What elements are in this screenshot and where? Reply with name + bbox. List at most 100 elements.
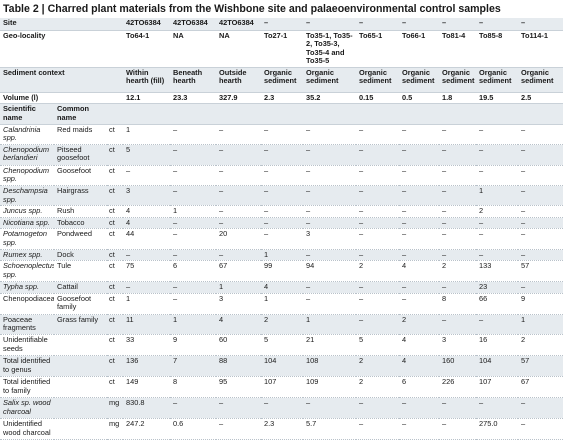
value-cell: – [439,185,476,207]
header-row: Sediment context Within hearth (fill) Bene… [0,67,563,93]
value-cell: – [261,217,303,230]
value-cell: – [356,217,399,230]
value-cell: – [476,217,518,230]
value-cell: – [261,228,303,250]
unit-cell [107,30,123,68]
value-cell: – [303,217,356,230]
table-row: Total identified to genus ct 136 7 88 104 108 2… [0,355,563,377]
table-caption: Table 2 | Charred plant materials from t… [0,0,563,18]
common-name-cell [54,376,107,398]
unit-cell: ct [107,281,123,294]
scientific-name-cell: Unidentifiable seeds [0,334,54,356]
value-cell: – [518,205,563,218]
value-cell: – [216,249,261,262]
unit-cell: ct [107,293,123,315]
value-cell: – [216,397,261,419]
header-cell: 12.1 [123,92,170,105]
value-cell: – [439,281,476,294]
value-cell: – [476,124,518,145]
unit-cell: ct [107,185,123,207]
value-cell: 1 [261,249,303,262]
scientific-name-cell: Juncus spp. [0,205,54,218]
value-cell: 226 [439,376,476,398]
row-label: Sediment context [0,67,107,93]
header-cell: Organic sediment [303,67,356,93]
data-table: Site 42TO6384 42TO6384 42TO6384– – – – – – – Geo-l… [0,18,563,440]
value-cell: 1 [476,185,518,207]
header-cell: Outside hearth [216,67,261,93]
empty-heading-cell [261,103,303,125]
unit-cell: ct [107,376,123,398]
table-row: Poaceae fragments Grass family ct 11 1 4 2 1–2–… [0,314,563,335]
table-row: Potamogeton spp. Pondweed ct 44–20–3– – – – – [0,228,563,250]
value-cell: – [399,228,439,250]
header-cell: Within hearth (fill) [123,67,170,93]
value-cell: – [216,185,261,207]
header-cell: Organic sediment [399,67,439,93]
value-cell: – [356,165,399,187]
unit-cell: ct [107,228,123,250]
value-cell: 133 [476,260,518,283]
empty-heading-cell [170,103,216,125]
value-cell: – [356,397,399,419]
value-cell: 20 [216,228,261,250]
value-cell: – [399,397,439,419]
header-cell: – [399,18,439,31]
value-cell: – [399,418,439,440]
header-cell: 2.5 [518,92,563,105]
value-cell: – [170,144,216,166]
common-name-cell: Pondweed [54,228,107,250]
header-cell: – [476,18,518,31]
common-name-cell: Grass family [54,314,107,335]
unit-cell: ct [107,205,123,218]
value-cell: 104 [476,355,518,377]
value-cell: – [356,314,399,335]
value-cell: 109 [303,376,356,398]
unit-cell: ct [107,249,123,262]
value-cell: – [518,249,563,262]
value-cell: – [356,124,399,145]
header-cell: Beneath hearth [170,67,216,93]
value-cell: 4 [123,217,170,230]
header-cell: 23.3 [170,92,216,105]
value-cell: – [123,165,170,187]
empty-heading-cell [303,103,356,125]
value-cell: 94 [303,260,356,283]
header-cell: 0.5 [399,92,439,105]
value-cell: – [439,397,476,419]
value-cell: 3 [439,334,476,356]
value-cell: 5 [123,144,170,166]
value-cell: 2 [399,314,439,335]
value-cell: – [356,185,399,207]
value-cell: – [216,205,261,218]
value-cell: – [439,418,476,440]
value-cell: – [399,249,439,262]
value-cell: – [216,418,261,440]
common-name-cell [54,418,107,440]
value-cell: – [476,314,518,335]
scientific-name-cell: Nicotiana spp. [0,217,54,230]
value-cell: – [399,144,439,166]
scientific-name-cell: Unidentified wood charcoal [0,418,54,440]
value-cell: 4 [399,260,439,283]
header-row: Volume (l) 12.1 23.3 327.9 2.3 35.2 0.15 0.5 1.8… [0,92,563,105]
scientific-name-cell: Chenopodium spp. [0,165,54,187]
value-cell: 2 [356,355,399,377]
value-cell: 9 [170,334,216,356]
common-name-cell: Dock [54,249,107,262]
header-cell: To64-1 [123,30,170,68]
unit-cell: mg [107,418,123,440]
value-cell: – [261,397,303,419]
scientific-name-cell: Calandrinia spp. [0,124,54,145]
value-cell: 108 [303,355,356,377]
value-cell: 1 [303,314,356,335]
header-row: Geo-locality To64-1 NA NA To27-1 To35-1, To35… [0,30,563,68]
value-cell: – [303,144,356,166]
value-cell: 60 [216,334,261,356]
value-cell: – [261,165,303,187]
header-cell: 42TO6384 [216,18,261,31]
common-name-heading: Common name [54,103,107,125]
value-cell: 0.6 [170,418,216,440]
value-cell: – [170,185,216,207]
scientific-name-heading: Scientific name [0,103,54,125]
